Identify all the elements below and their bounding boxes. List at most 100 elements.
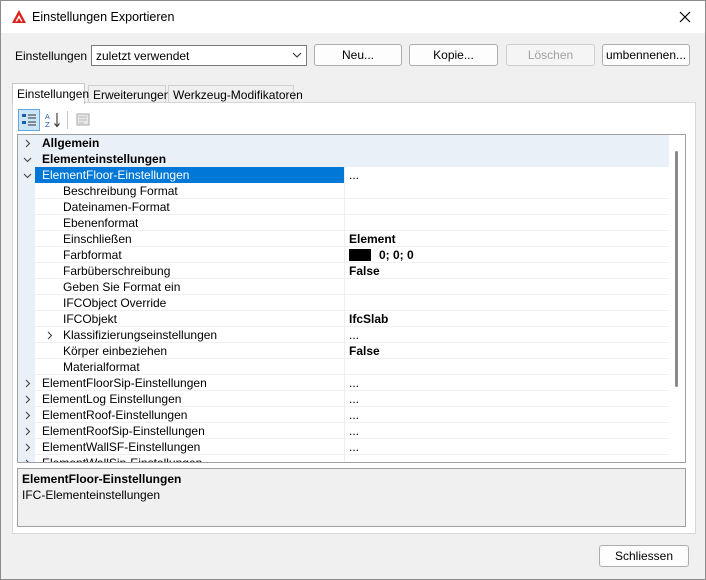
property-value[interactable]: ... (344, 327, 670, 343)
property-row-elementroof[interactable]: ElementRoof-Einstellungen ... (18, 407, 670, 423)
property-row[interactable]: Einschließen Element (18, 231, 670, 247)
property-grid[interactable]: Allgemein Elementeinstellungen ElementFl… (17, 134, 686, 463)
tab-werkzeug-modifikatoren[interactable]: Werkzeug-Modifikatoren (168, 85, 303, 103)
property-row[interactable]: Ebenenformat (18, 215, 670, 231)
property-name: ElementRoof-Einstellungen (42, 408, 188, 422)
property-row[interactable]: IFCObject Override (18, 295, 670, 311)
property-row-farbformat[interactable]: Farbformat 0; 0; 0 (18, 247, 670, 263)
close-dialog-button[interactable]: Schliessen (599, 545, 689, 567)
close-window-button[interactable] (665, 1, 705, 33)
property-row[interactable]: Farbüberschreibung False (18, 263, 670, 279)
property-value[interactable] (344, 295, 670, 311)
description-text: IFC-Elementeinstellungen (22, 488, 161, 502)
property-value[interactable] (344, 215, 670, 231)
copy-button[interactable]: Kopie... (409, 44, 498, 66)
close-icon (679, 11, 691, 23)
description-panel: ElementFloor-Einstellungen IFC-Elementei… (17, 468, 686, 527)
row-gutter (18, 327, 35, 343)
row-gutter (18, 199, 35, 215)
svg-text:Z: Z (45, 121, 50, 128)
property-value[interactable]: ... (344, 375, 670, 391)
property-row[interactable]: Beschreibung Format (18, 183, 670, 199)
property-value[interactable]: False (344, 343, 670, 359)
row-gutter (18, 311, 35, 327)
row-gutter (18, 295, 35, 311)
property-value[interactable]: ... (344, 423, 670, 439)
property-value[interactable] (344, 359, 670, 375)
property-value[interactable]: False (344, 263, 670, 279)
app-icon (12, 10, 26, 23)
property-row-elementfloorsip[interactable]: ElementFloorSip-Einstellungen ... (18, 375, 670, 391)
chevron-down-icon[interactable] (20, 151, 34, 167)
property-value[interactable] (344, 279, 670, 295)
color-value: 0; 0; 0 (379, 248, 414, 262)
property-value[interactable]: Element (344, 231, 670, 247)
toolbar-separator (67, 111, 68, 129)
property-name: ElementLog Einstellungen (42, 392, 182, 406)
categorized-view-button[interactable] (18, 109, 40, 131)
property-row[interactable]: IFCObjekt IfcSlab (18, 311, 670, 327)
rename-button[interactable]: umbennenen... (602, 44, 690, 66)
property-value[interactable]: ... (344, 391, 670, 407)
property-value[interactable] (344, 199, 670, 215)
property-row[interactable]: Körper einbeziehen False (18, 343, 670, 359)
chevron-right-icon[interactable] (42, 327, 56, 343)
property-name: Klassifizierungseinstellungen (63, 328, 218, 342)
property-name: ElementFloor-Einstellungen (42, 168, 190, 182)
property-row-elementfloor[interactable]: ElementFloor-Einstellungen ... (18, 167, 670, 183)
property-row-elementwallsip[interactable]: ElementWallSip-Einstellungen (18, 455, 670, 463)
property-value[interactable]: ... (344, 439, 670, 455)
chevron-right-icon[interactable] (20, 375, 34, 391)
property-value[interactable]: IfcSlab (344, 311, 670, 327)
property-row-klassifizierung[interactable]: Klassifizierungseinstellungen ... (18, 327, 670, 343)
settings-preset-combo[interactable]: zuletzt verwendet (91, 45, 307, 66)
chevron-right-icon[interactable] (20, 391, 34, 407)
property-name: Körper einbeziehen (63, 344, 168, 358)
property-name: Einschließen (63, 232, 132, 246)
property-name: ElementWallSip-Einstellungen (42, 456, 203, 463)
alphabetical-sort-button[interactable]: A Z (42, 109, 64, 131)
new-button[interactable]: Neu... (314, 44, 402, 66)
window-title: Einstellungen Exportieren (32, 10, 175, 24)
property-row[interactable]: Materialformat (18, 359, 670, 375)
delete-button[interactable]: Löschen (506, 44, 595, 66)
property-name: Beschreibung Format (63, 184, 178, 198)
property-row-elementroofsip[interactable]: ElementRoofSip-Einstellungen ... (18, 423, 670, 439)
property-value[interactable]: ... (344, 167, 670, 183)
property-value[interactable] (344, 183, 670, 199)
category-row-elementeinstellungen[interactable]: Elementeinstellungen (18, 151, 670, 167)
export-settings-dialog: Einstellungen Exportieren Einstellungen … (0, 0, 706, 580)
categorized-icon (22, 114, 36, 126)
row-gutter (18, 215, 35, 231)
chevron-right-icon[interactable] (20, 455, 34, 462)
property-row[interactable]: Dateinamen-Format (18, 199, 670, 215)
chevron-right-icon[interactable] (20, 407, 34, 423)
row-gutter (18, 183, 35, 199)
chevron-right-icon[interactable] (20, 423, 34, 439)
chevron-right-icon[interactable] (20, 135, 34, 151)
scrollbar-thumb[interactable] (675, 151, 678, 387)
property-name: ElementFloorSip-Einstellungen (42, 376, 207, 390)
property-row-elementwallsf[interactable]: ElementWallSF-Einstellungen ... (18, 439, 670, 455)
property-name: Ebenenformat (63, 216, 139, 230)
property-name: Dateinamen-Format (63, 200, 170, 214)
category-row-allgemein[interactable]: Allgemein (18, 135, 670, 151)
tab-erweiterungen[interactable]: Erweiterungen (88, 85, 170, 103)
property-pages-button[interactable] (72, 109, 94, 131)
property-name: IFCObjekt (63, 312, 118, 326)
property-row-elementlog[interactable]: ElementLog Einstellungen ... (18, 391, 670, 407)
chevron-right-icon[interactable] (20, 439, 34, 455)
property-value[interactable] (344, 455, 670, 462)
property-value[interactable]: 0; 0; 0 (344, 247, 670, 263)
chevron-down-icon[interactable] (20, 167, 34, 183)
property-name: Farbüberschreibung (63, 264, 171, 278)
settings-label: Einstellungen (15, 49, 88, 63)
property-value[interactable]: ... (344, 407, 670, 423)
sort-az-icon: A Z (45, 113, 60, 128)
row-gutter (18, 247, 35, 263)
tab-einstellungen[interactable]: Einstellungen (12, 83, 89, 104)
property-name: Geben Sie Format ein (63, 280, 181, 294)
grid-scrollbar[interactable] (669, 135, 685, 462)
property-row[interactable]: Geben Sie Format ein (18, 279, 670, 295)
property-name: Farbformat (63, 248, 122, 262)
